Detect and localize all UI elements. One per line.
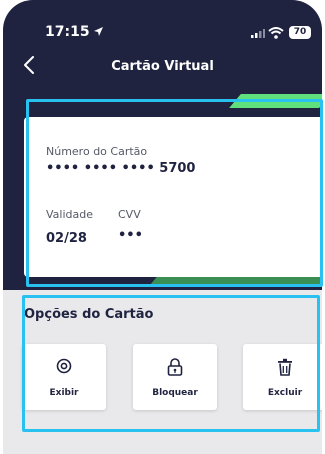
page-title: Cartão Virtual <box>111 59 214 74</box>
card-options-title: Opções do Cartão <box>24 307 154 322</box>
delete-card-button[interactable]: Excluir <box>243 344 322 410</box>
show-card-button[interactable]: Exibir <box>22 344 106 410</box>
lock-icon <box>167 358 183 376</box>
signal-icon <box>251 29 265 38</box>
block-card-button[interactable]: Bloquear <box>133 344 217 410</box>
trash-icon <box>278 358 292 376</box>
card-number-label: Número do Cartão <box>46 145 148 158</box>
cvv-value: ••• <box>118 228 143 243</box>
status-time: 17:15 <box>45 24 90 40</box>
eye-icon <box>56 358 72 374</box>
battery-icon: 70 <box>289 26 311 39</box>
delete-card-label: Excluir <box>267 388 303 398</box>
phone-screen: 17:15 70 Cartão Virtual Número do Cartão… <box>3 0 322 454</box>
card-decoration-stripe <box>229 94 322 108</box>
block-card-label: Bloquear <box>152 388 198 398</box>
cvv-label: CVV <box>118 208 141 221</box>
validity-value: 02/28 <box>46 231 87 246</box>
show-card-label: Exibir <box>49 388 79 398</box>
virtual-card: Número do Cartão •••• •••• •••• 5700 Val… <box>24 117 322 277</box>
card-number-value: •••• •••• •••• 5700 <box>46 161 196 176</box>
status-bar: 17:15 70 <box>3 0 322 48</box>
location-arrow-icon <box>94 27 103 36</box>
wifi-icon <box>268 27 284 39</box>
validity-label: Validade <box>46 208 93 221</box>
